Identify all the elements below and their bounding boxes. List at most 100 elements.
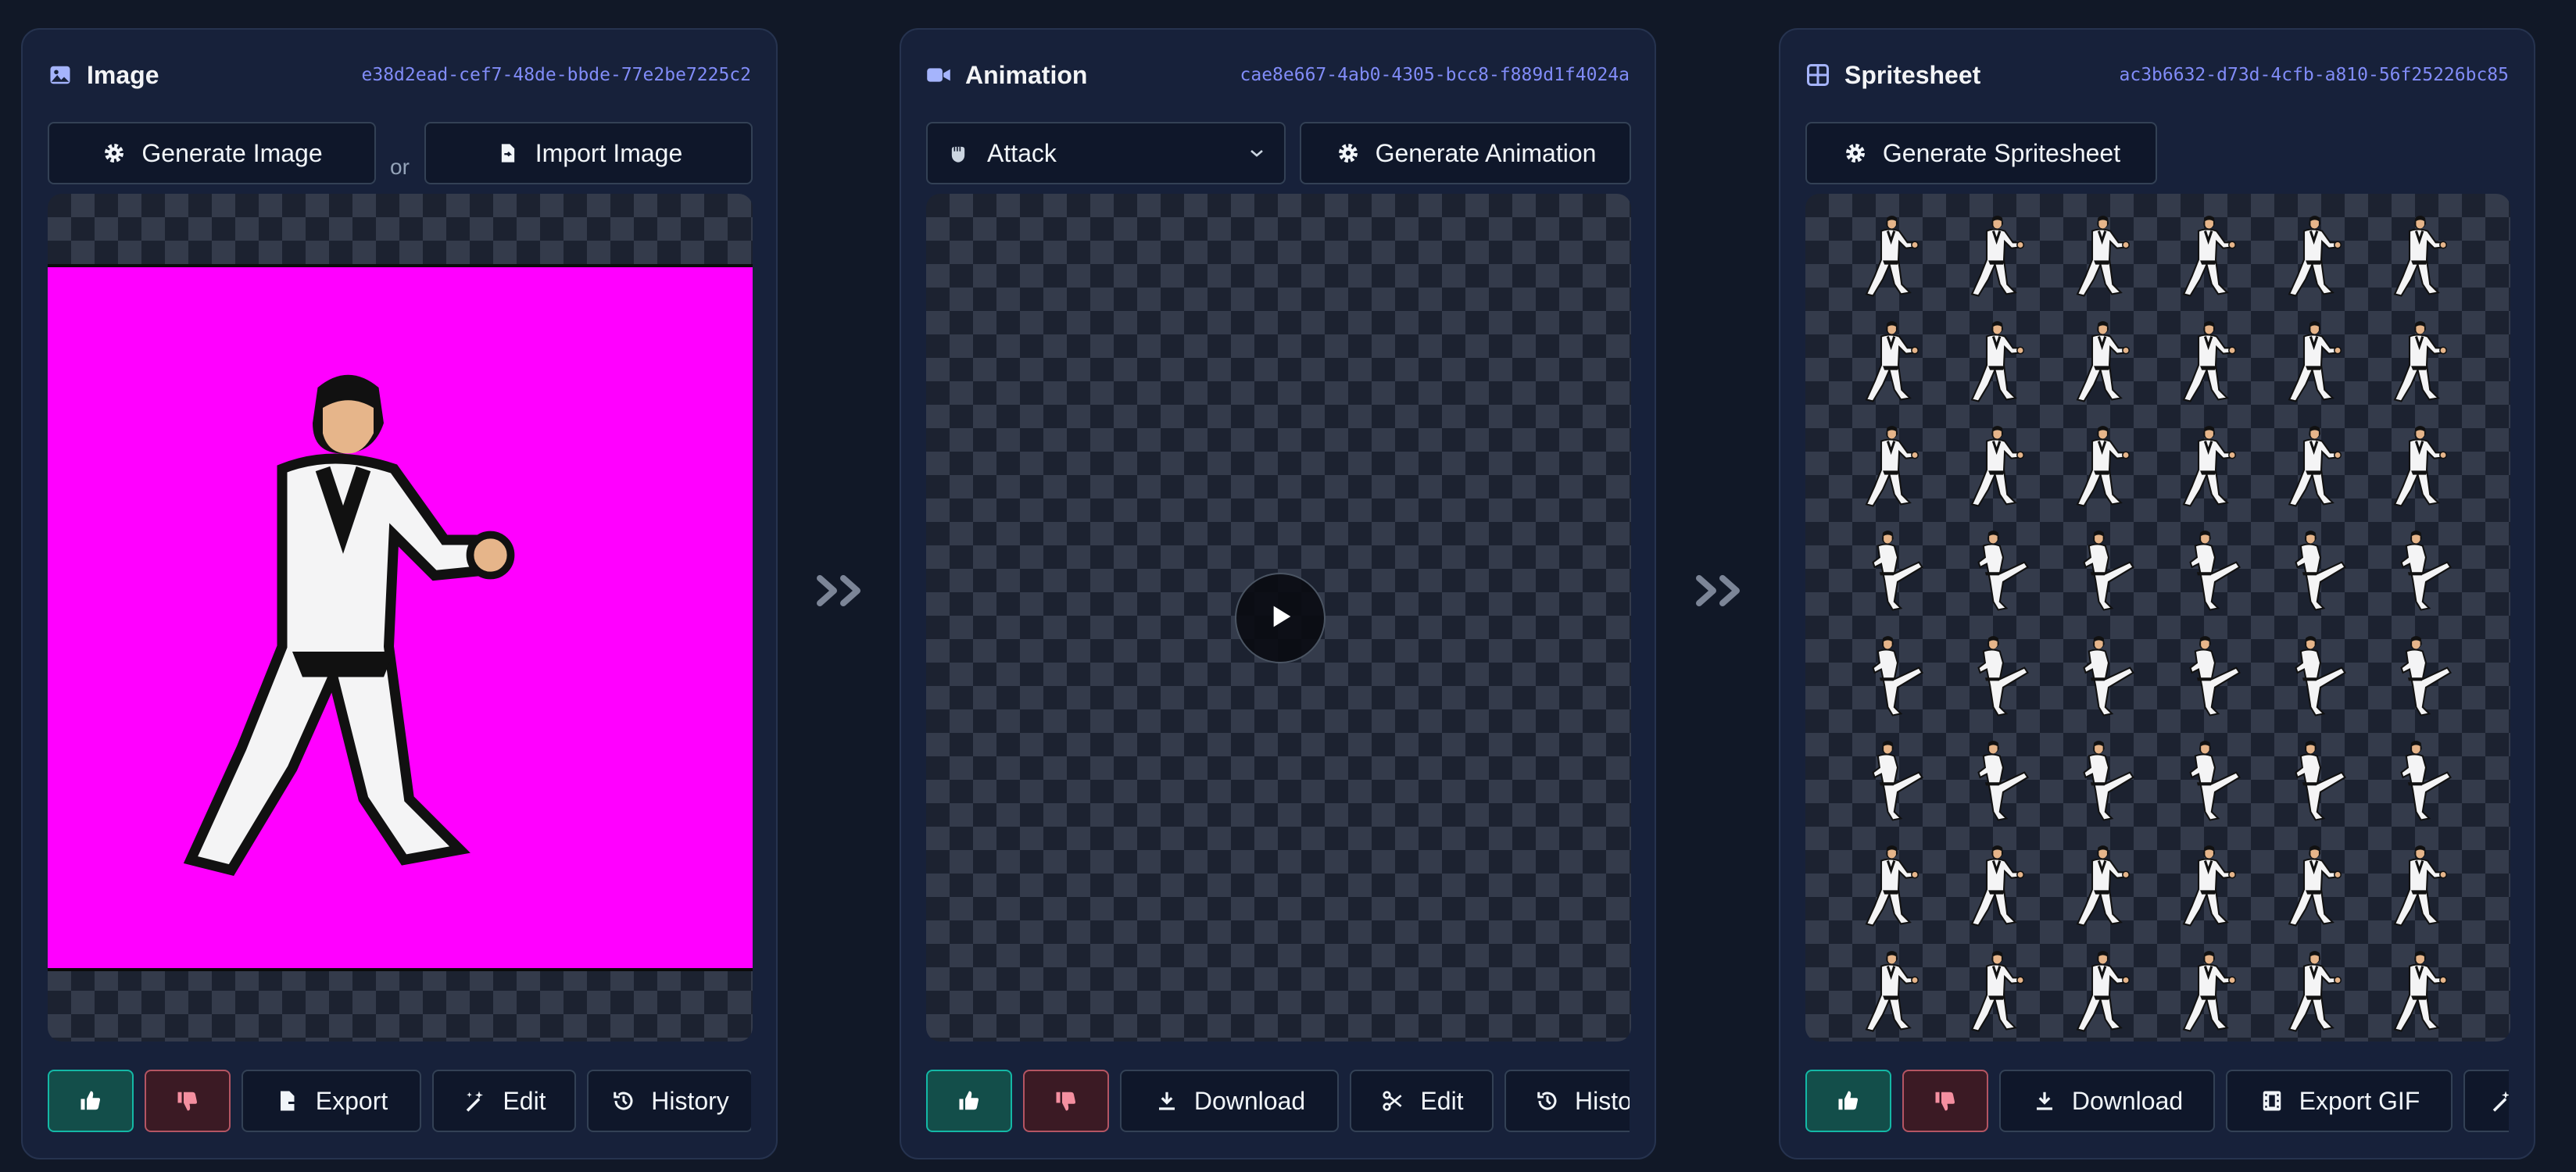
spritesheet-id: ac3b6632-d73d-4cfb-a810-56f25226bc85 [2119,65,2510,85]
sprite-frame [1950,937,2055,1042]
image-preview [48,194,753,1042]
generate-spritesheet-button[interactable]: Generate Spritesheet [1805,122,2157,184]
edit-label: Edit [503,1086,546,1115]
export-icon [275,1088,302,1114]
edit-image-button[interactable]: Edit [432,1070,576,1132]
sprite-frame [2056,202,2162,306]
sprite-frame [2162,306,2267,411]
download-label: Download [1193,1086,1306,1115]
or-separator: or [390,155,410,179]
like-button[interactable] [48,1070,134,1132]
generate-image-button[interactable]: Generate Image [48,122,376,184]
sprite-frame [1950,622,2055,727]
download-icon [1154,1088,1180,1114]
image-panel-header: Image e38d2ead-cef7-48de-bbde-77e2be7225… [48,58,751,92]
thumbs-down-icon [1932,1088,1959,1114]
play-button[interactable] [1235,573,1326,663]
sprite-frame [2056,622,2162,727]
export-gif-label: Export GIF [2299,1086,2420,1115]
sprite-frame [1844,306,1950,411]
film-icon [2259,1088,2285,1114]
export-gif-button[interactable]: Export GIF [2226,1070,2453,1132]
sprite-frame [2374,306,2479,411]
gear-icon [1842,140,1869,166]
sprite-frame [2162,202,2267,306]
sprite-frame [1844,622,1950,727]
sprite-frame [2267,622,2373,727]
image-panel: Image e38d2ead-cef7-48de-bbde-77e2be7225… [21,28,778,1159]
sprite-frame [2056,727,2162,831]
image-panel-title: Image [87,60,159,89]
sprite-frame [2162,516,2267,621]
animation-type-select[interactable]: Attack [926,122,1286,184]
dislike-button[interactable] [145,1070,231,1132]
video-icon [926,63,951,88]
import-image-button[interactable]: Import Image [424,122,753,184]
double-chevron-right-icon [815,567,870,614]
animation-panel: Animation cae8e667-4ab0-4305-bcc8-f889d1… [900,28,1656,1159]
history-icon [610,1088,637,1114]
dislike-button[interactable] [1023,1070,1109,1132]
sprite-frame [2056,516,2162,621]
like-button[interactable] [926,1070,1012,1132]
sprite-frame [2056,831,2162,936]
double-chevron-right-icon [1694,567,1749,614]
animation-type-value: Attack [987,138,1057,167]
animation-preview [926,194,1631,1042]
download-animation-button[interactable]: Download [1120,1070,1339,1132]
thumbs-down-icon [1053,1088,1079,1114]
dislike-button[interactable] [1902,1070,1988,1132]
sprite-frame [1950,412,2055,516]
history-label: History [651,1086,729,1115]
sprite-frame [2374,412,2479,516]
generate-spritesheet-label: Generate Spritesheet [1882,138,2121,167]
image-id: e38d2ead-cef7-48de-bbde-77e2be7225c2 [361,65,752,85]
import-image-label: Import Image [535,138,683,167]
history-icon [1534,1088,1561,1114]
generate-animation-label: Generate Animation [1375,138,1597,167]
history-button[interactable]: History [587,1070,751,1132]
animation-action-bar: Download Edit History [926,1070,1630,1132]
sprite-frame [2374,727,2479,831]
spritesheet-action-bar: Download Export GIF [1805,1070,2509,1132]
sprite-frame [2374,516,2479,621]
gear-icon [1335,140,1361,166]
like-button[interactable] [1805,1070,1891,1132]
chevron-down-icon [1248,147,1265,159]
scissors-icon [1379,1088,1406,1114]
sprite-frame [1950,516,2055,621]
sprite-frame [2056,937,2162,1042]
sprite-frame [2267,727,2373,831]
edit-animation-button[interactable]: Edit [1350,1070,1494,1132]
magic-wand-icon [462,1088,488,1114]
thumbs-up-icon [956,1088,982,1114]
sprite-frame [2162,937,2267,1042]
spritesheet-panel-header: Spritesheet ac3b6632-d73d-4cfb-a810-56f2… [1805,58,2509,92]
sprite-frame [1844,202,1950,306]
sprite-frame [2162,727,2267,831]
sprite-frame [1950,306,2055,411]
history-button[interactable]: History [1504,1070,1630,1132]
sprite-frame [2162,412,2267,516]
sprite-frame [2162,831,2267,936]
sprite-frame [1950,831,2055,936]
sprite-frame [2267,412,2373,516]
spritesheet-preview [1805,194,2510,1042]
sprite-frame [1844,412,1950,516]
edit-spritesheet-button[interactable] [2463,1070,2509,1132]
sprite-frame [1950,727,2055,831]
spritesheet-frames [1844,202,2479,1042]
animation-id: cae8e667-4ab0-4305-bcc8-f889d1f4024a [1240,65,1630,85]
grid-icon [1805,63,1830,88]
sprite-frame [1950,202,2055,306]
sprite-frame [2162,622,2267,727]
animation-panel-header: Animation cae8e667-4ab0-4305-bcc8-f889d1… [926,58,1630,92]
export-button[interactable]: Export [242,1070,421,1132]
chroma-key-background [48,264,753,971]
sprite-frame [2374,202,2479,306]
thumbs-down-icon [174,1088,201,1114]
play-icon [1265,601,1296,636]
generate-animation-button[interactable]: Generate Animation [1300,122,1631,184]
download-spritesheet-button[interactable]: Download [1999,1070,2215,1132]
sprite-frame [2056,306,2162,411]
